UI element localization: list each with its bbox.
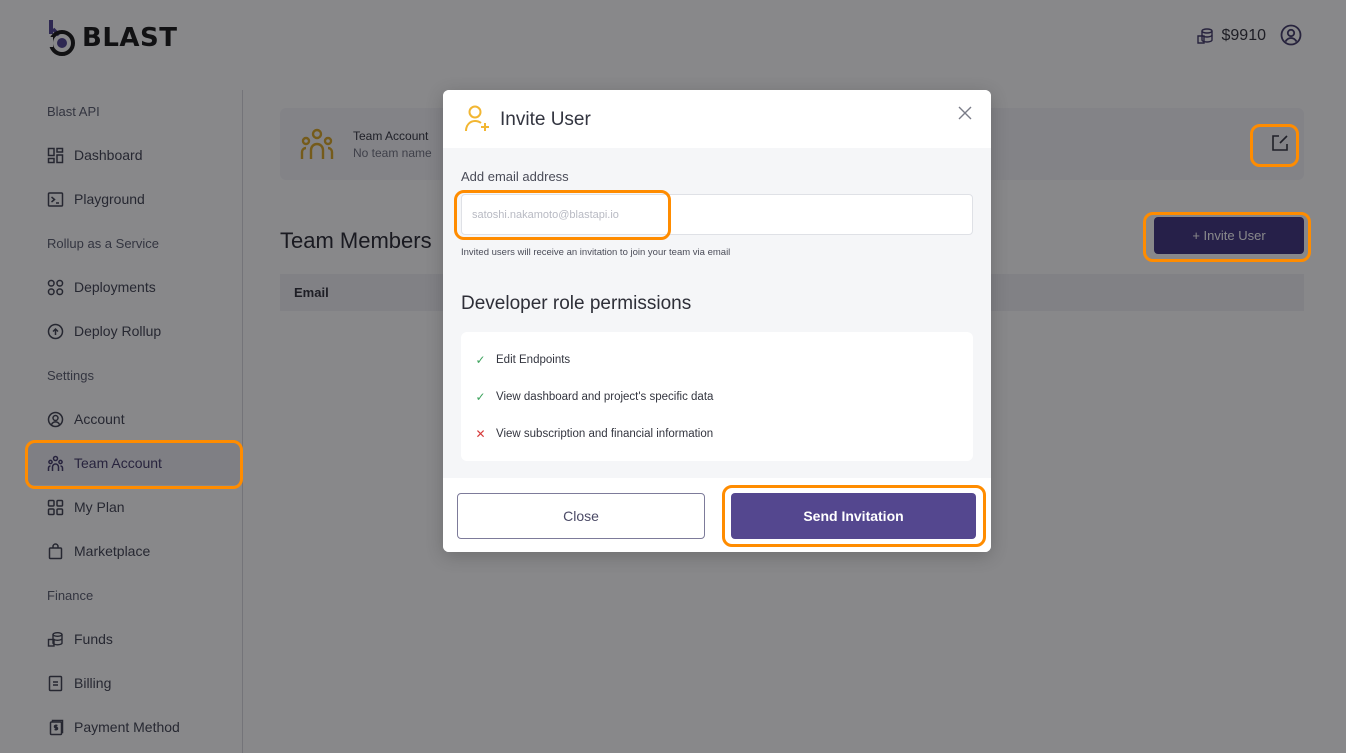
permission-item: ✓ Edit Endpoints: [475, 353, 570, 367]
permission-item: ✕ View subscription and financial inform…: [475, 427, 713, 441]
close-icon: [958, 106, 972, 120]
email-field-label: Add email address: [461, 169, 569, 184]
dialog-title: Invite User: [500, 109, 591, 130]
check-icon: ✓: [475, 353, 486, 367]
email-hint: Invited users will receive an invitation…: [461, 247, 731, 258]
dialog-footer: Close Send Invitation: [443, 478, 991, 552]
cross-icon: ✕: [475, 427, 486, 441]
permission-label: Edit Endpoints: [496, 354, 571, 366]
dialog-header: Invite User: [443, 90, 991, 148]
invite-user-dialog: Invite User Add email address Invited us…: [443, 90, 991, 552]
close-dialog-button[interactable]: [957, 106, 973, 122]
check-icon: ✓: [475, 390, 486, 404]
permissions-list: ✓ Edit Endpoints ✓ View dashboard and pr…: [461, 332, 973, 461]
permission-label: View dashboard and project's specific da…: [496, 391, 714, 403]
permission-item: ✓ View dashboard and project's specific …: [475, 390, 713, 404]
permission-label: View subscription and financial informat…: [496, 428, 714, 440]
send-invitation-button[interactable]: Send Invitation: [731, 493, 976, 539]
close-button[interactable]: Close: [457, 493, 705, 539]
add-user-icon: [465, 105, 489, 132]
permissions-heading: Developer role permissions: [461, 293, 692, 314]
email-input[interactable]: [461, 194, 973, 235]
